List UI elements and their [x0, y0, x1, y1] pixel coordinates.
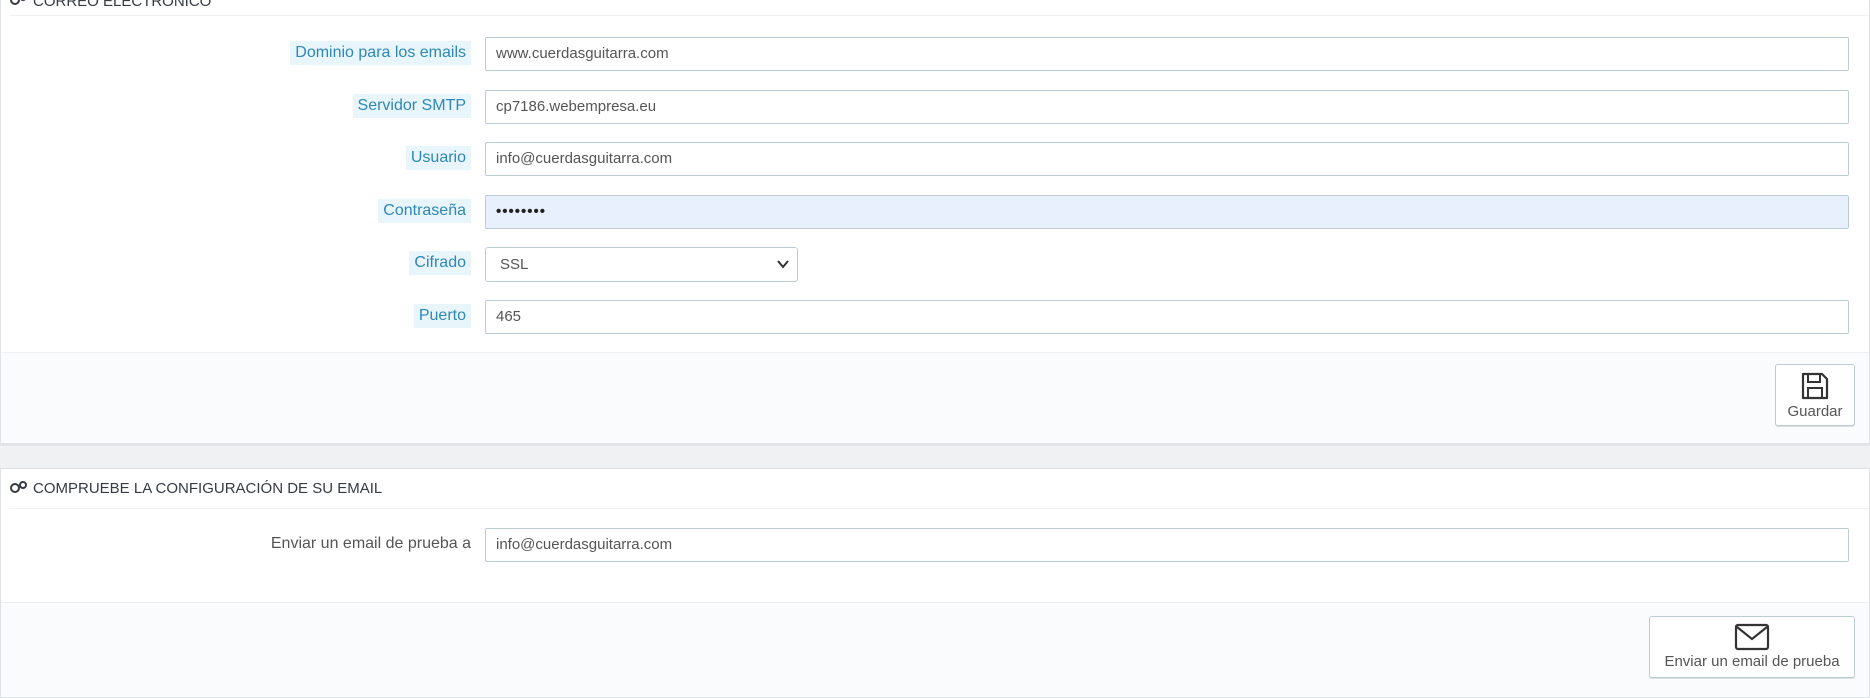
- save-button[interactable]: Guardar: [1775, 364, 1855, 426]
- encryption-select[interactable]: SSL: [485, 247, 798, 282]
- test-panel-footer: Enviar un email de prueba: [1, 602, 1869, 697]
- domain-row: Dominio para los emails www.cuerdasguita…: [1, 37, 1869, 71]
- gears-icon: [9, 0, 29, 10]
- encryption-row: Cifrado SSL: [1, 247, 1869, 282]
- email-panel-heading: CORREO ELECTRÓNICO: [9, 0, 1869, 16]
- send-test-email-button[interactable]: Enviar un email de prueba: [1649, 616, 1855, 678]
- encryption-selected-value: SSL: [500, 256, 529, 273]
- port-input[interactable]: 465: [485, 300, 1849, 334]
- port-row: Puerto 465: [1, 300, 1869, 334]
- chevron-down-icon: [777, 248, 789, 293]
- email-panel-title: CORREO ELECTRÓNICO: [33, 0, 212, 10]
- gears-icon: [9, 480, 29, 498]
- password-label: Contraseña: [378, 199, 471, 223]
- test-panel-title: COMPRUEBE LA CONFIGURACIÓN DE SU EMAIL: [33, 480, 383, 497]
- floppy-disk-icon: [1776, 371, 1854, 401]
- save-button-label: Guardar: [1787, 403, 1843, 420]
- encryption-label: Cifrado: [409, 251, 471, 275]
- password-input[interactable]: ••••••••: [485, 195, 1849, 229]
- envelope-icon: [1650, 623, 1854, 651]
- send-test-email-label: Enviar un email de prueba: [1664, 653, 1840, 670]
- port-label: Puerto: [413, 304, 471, 328]
- test-panel-heading: COMPRUEBE LA CONFIGURACIÓN DE SU EMAIL: [9, 469, 1869, 509]
- test-email-label: Enviar un email de prueba a: [270, 535, 471, 552]
- test-email-input[interactable]: info@cuerdasguitarra.com: [485, 528, 1849, 562]
- smtp-server-row: Servidor SMTP cp7186.webempresa.eu: [1, 90, 1869, 124]
- smtp-server-label: Servidor SMTP: [352, 94, 471, 118]
- email-settings-panel: CORREO ELECTRÓNICO Dominio para los emai…: [0, 0, 1870, 444]
- user-label: Usuario: [405, 146, 471, 170]
- test-email-panel: COMPRUEBE LA CONFIGURACIÓN DE SU EMAIL E…: [0, 468, 1870, 698]
- domain-label: Dominio para los emails: [290, 41, 471, 65]
- smtp-server-input[interactable]: cp7186.webempresa.eu: [485, 90, 1849, 124]
- test-email-row: Enviar un email de prueba a info@cuerdas…: [1, 528, 1869, 562]
- domain-input[interactable]: www.cuerdasguitarra.com: [485, 37, 1849, 71]
- user-row: Usuario info@cuerdasguitarra.com: [1, 142, 1869, 176]
- user-input[interactable]: info@cuerdasguitarra.com: [485, 142, 1849, 176]
- password-row: Contraseña ••••••••: [1, 195, 1869, 229]
- email-panel-footer: Guardar: [1, 352, 1869, 443]
